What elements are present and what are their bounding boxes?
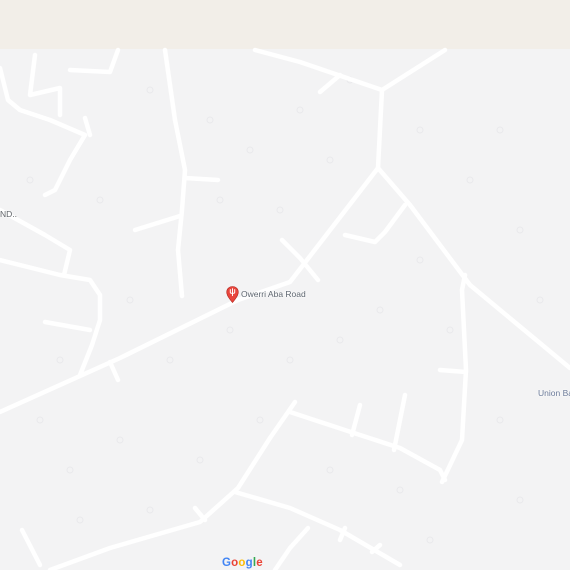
- google-logo-letter: G: [222, 557, 232, 569]
- road-south-stub-2: [391, 392, 408, 453]
- road-north-link: [252, 47, 385, 171]
- map-canvas[interactable]: ND.. Owerri Aba Road Union Ba Google: [0, 0, 570, 570]
- road-spur-south: [107, 359, 121, 383]
- poi-label[interactable]: Owerri Aba Road: [241, 289, 306, 299]
- road-south-vertical: [272, 525, 311, 570]
- google-logo-letter: o: [238, 557, 246, 569]
- road-west-short: [182, 175, 221, 183]
- place-label-left: ND..: [0, 209, 17, 219]
- road-south-diagonal: [47, 399, 298, 570]
- road-northwest-b: [67, 47, 121, 75]
- road-west-stub: [42, 319, 93, 333]
- road-northwest-grid: [0, 65, 88, 198]
- road-south-east: [287, 409, 448, 483]
- building-outlines: [26, 76, 544, 544]
- google-logo: Google: [222, 557, 263, 569]
- road-main-diagonal: [0, 165, 381, 415]
- road-east-diagonal: [375, 165, 570, 371]
- road-east-north-south: [439, 272, 469, 485]
- google-logo-letter: g: [245, 557, 253, 569]
- road-west-loop: [0, 257, 103, 378]
- road-network: [0, 47, 570, 570]
- road-south-spur: [192, 505, 208, 523]
- road-north-east: [379, 47, 448, 93]
- road-east-short: [437, 367, 469, 375]
- road-west-vertical: [162, 47, 188, 299]
- map-pin-icon[interactable]: [226, 286, 239, 303]
- road-diagonal-stub: [279, 237, 321, 283]
- road-northwest-c: [82, 115, 93, 138]
- road-southwest: [19, 527, 43, 568]
- road-south-bottom: [232, 489, 403, 568]
- road-west-upper: [0, 207, 73, 278]
- road-west-branch: [132, 213, 183, 233]
- road-northwest-a: [27, 52, 63, 118]
- road-east-branch: [342, 202, 408, 245]
- road-north-spur: [317, 72, 343, 95]
- google-logo-letter: o: [231, 557, 239, 569]
- place-label-right: Union Ba: [538, 388, 570, 398]
- google-logo-letter: e: [256, 557, 263, 569]
- road-south-stub-1: [349, 402, 363, 438]
